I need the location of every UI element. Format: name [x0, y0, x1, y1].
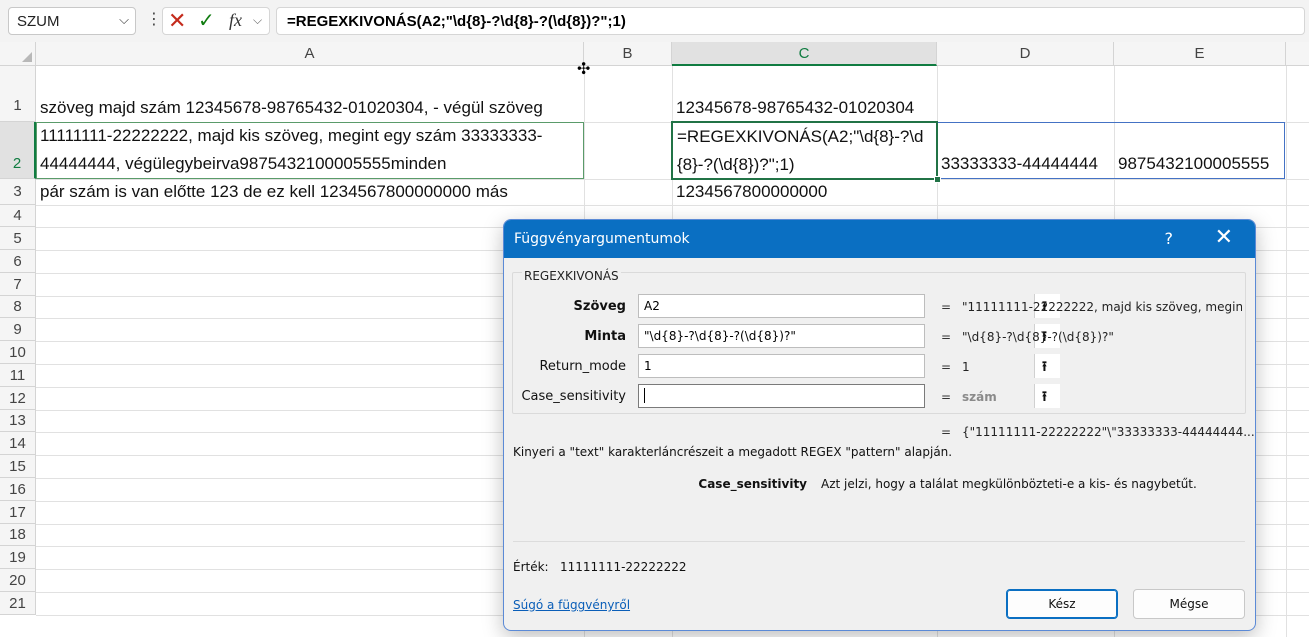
row-header-4[interactable]: 4 [0, 205, 36, 227]
equals-sign: = [941, 300, 952, 314]
ok-button[interactable]: Kész [1006, 589, 1118, 619]
cell-a1[interactable]: szöveg majd szám 12345678-98765432-01020… [40, 94, 543, 122]
arg-input-minta[interactable]: "\d{8}-?\d{8}-?(\d{8})?" ⭱ [638, 324, 1060, 348]
row-header-3[interactable]: 3 [0, 179, 36, 205]
help-icon[interactable]: ? [1165, 229, 1174, 248]
arg-value: 1 [644, 359, 652, 373]
row-header-7[interactable]: 7 [0, 273, 36, 296]
row-header-18[interactable]: 18 [0, 524, 36, 546]
cell-a3[interactable]: pár szám is van előtte 123 de ez kell 12… [40, 178, 508, 206]
column-header-d[interactable]: D [937, 42, 1114, 66]
value-label: Érték: [513, 560, 549, 574]
text-caret [644, 388, 645, 403]
spill-range-border [937, 122, 1285, 179]
column-header-f[interactable] [1286, 42, 1309, 66]
row-header-2[interactable]: 2 [0, 122, 36, 179]
reference-range-border [36, 122, 584, 179]
value-result: 11111111-22222222 [560, 560, 687, 574]
formula-bar: SZUM ⌵ ⋮ ✕ ✓ fx ⌵ =REGEXKIVONÁS(A2;"\d{8… [0, 0, 1309, 42]
arg-result-minta: "\d{8}-?\d{8}-?(\d{8})?" [962, 330, 1114, 344]
select-all-button[interactable] [0, 42, 36, 66]
row-header-14[interactable]: 14 [0, 432, 36, 455]
param-name: Case_sensitivity [698, 477, 807, 491]
row-header-19[interactable]: 19 [0, 546, 36, 569]
equals-sign: = [941, 390, 952, 404]
enter-icon[interactable]: ✓ [198, 9, 215, 33]
move-cursor-icon: ✣ [577, 61, 591, 78]
cell-c1[interactable]: 12345678-98765432-01020304 [676, 94, 914, 122]
insert-function-icon[interactable]: fx [229, 10, 242, 31]
equals-sign: = [941, 360, 952, 374]
chevron-down-icon[interactable]: ⌵ [253, 13, 262, 28]
param-description: Azt jelzi, hogy a találat megkülönböztet… [821, 477, 1197, 491]
arg-result-szoveg: "11111111-22222222, majd kis szöveg, meg… [962, 300, 1242, 314]
row-header-17[interactable]: 17 [0, 501, 36, 524]
name-box-value: SZUM [17, 13, 60, 30]
function-description: Kinyeri a "text" karakterláncrészeit a m… [513, 445, 953, 459]
arg-input-case-sensitivity[interactable]: ⭱ [638, 384, 1060, 408]
function-name: REGEXKIVONÁS [522, 269, 621, 283]
help-link[interactable]: Súgó a függvényről [513, 598, 630, 612]
dialog-title: Függvényargumentumok [514, 231, 690, 247]
column-header-a[interactable]: A [36, 42, 584, 66]
formula-input[interactable]: =REGEXKIVONÁS(A2;"\d{8}-?\d{8}-?(\d{8})?… [276, 7, 1305, 35]
divider [513, 541, 1245, 542]
row-header-13[interactable]: 13 [0, 410, 36, 432]
arg-result-case-sensitivity: szám [962, 390, 997, 404]
arg-label-minta: Minta [584, 329, 626, 344]
row-header-8[interactable]: 8 [0, 296, 36, 318]
row-header-12[interactable]: 12 [0, 387, 36, 410]
arg-result-return-mode: 1 [962, 360, 970, 374]
formula-result: {"11111111-22222222"\"33333333-44444444.… [962, 425, 1255, 439]
arg-value: "\d{8}-?\d{8}-?(\d{8})?" [644, 329, 796, 343]
row-header-1[interactable]: 1 [0, 66, 36, 122]
arg-input-return-mode[interactable]: 1 ⭱ [638, 354, 1060, 378]
formula-buttons: ✕ ✓ fx ⌵ [162, 7, 270, 35]
row-header-21[interactable]: 21 [0, 592, 36, 615]
arg-input-szoveg[interactable]: A2 ⭱ [638, 294, 1060, 318]
column-header-c[interactable]: C [672, 42, 937, 66]
active-cell-c2[interactable]: =REGEXKIVONÁS(A2;"\d{8}-?\d{8}-?(\d{8})?… [671, 121, 941, 183]
equals-sign: = [941, 425, 952, 439]
dialog-title-bar[interactable]: Függvényargumentumok ? ✕ [504, 220, 1255, 258]
name-box[interactable]: SZUM ⌵ [8, 7, 136, 35]
row-header-5[interactable]: 5 [0, 227, 36, 250]
chevron-down-icon[interactable]: ⌵ [119, 12, 129, 28]
cell-c2-editor[interactable]: =REGEXKIVONÁS(A2;"\d{8}-?\d{8}-?(\d{8})?… [677, 123, 935, 179]
arg-label-case-sensitivity: Case_sensitivity [521, 389, 626, 404]
cancel-icon[interactable]: ✕ [168, 9, 186, 33]
row-header-15[interactable]: 15 [0, 455, 36, 478]
equals-sign: = [941, 330, 952, 344]
row-header-20[interactable]: 20 [0, 569, 36, 592]
row-header-11[interactable]: 11 [0, 364, 36, 387]
arg-label-szoveg: Szöveg [573, 299, 626, 314]
row-header-10[interactable]: 10 [0, 341, 36, 364]
arg-label-return-mode: Return_mode [539, 359, 626, 374]
cancel-button[interactable]: Mégse [1133, 589, 1245, 619]
more-options-icon[interactable]: ⋮ [146, 10, 162, 30]
cell-c3[interactable]: 1234567800000000 [676, 178, 827, 206]
gridline [1286, 66, 1287, 637]
row-header-9[interactable]: 9 [0, 318, 36, 341]
row-header-6[interactable]: 6 [0, 250, 36, 273]
column-header-b[interactable]: B [584, 42, 672, 66]
column-header-e[interactable]: E [1114, 42, 1286, 66]
function-arguments-dialog: Függvényargumentumok ? ✕ REGEXKIVONÁS Sz… [503, 219, 1256, 631]
close-icon[interactable]: ✕ [1215, 225, 1233, 250]
fill-handle[interactable] [934, 176, 941, 183]
arg-value: A2 [644, 299, 660, 313]
row-header-16[interactable]: 16 [0, 478, 36, 501]
